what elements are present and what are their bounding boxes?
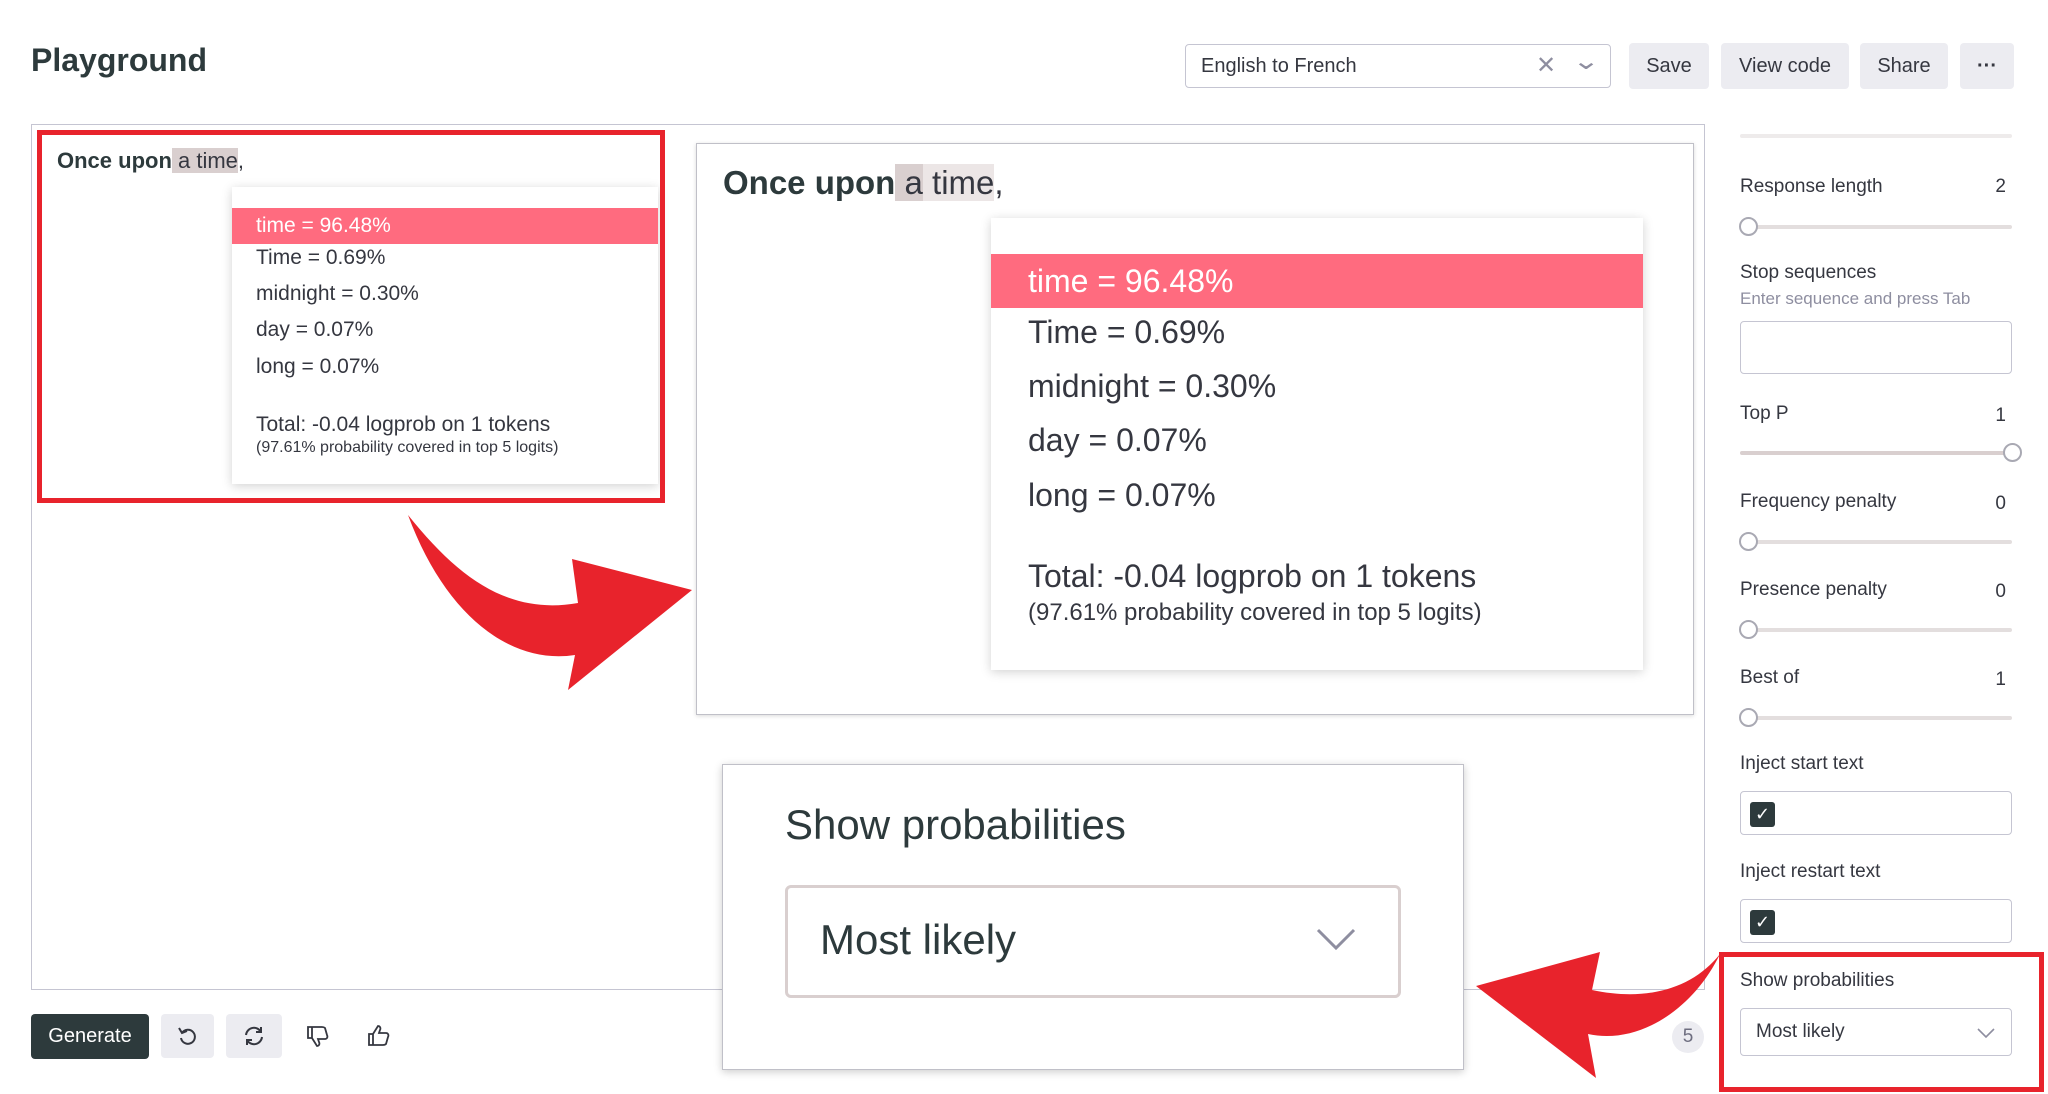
response-length-value: 2 — [1995, 176, 2006, 197]
thumbs-down-icon — [307, 1026, 329, 1047]
zoomed-prompt-bold: Once upon — [723, 164, 896, 201]
inject-start-label: Inject start text — [1740, 753, 1864, 774]
annotation-box — [37, 130, 665, 503]
best-of-label: Best of — [1740, 667, 1800, 688]
stop-sequences-hint: Enter sequence and press Tab — [1740, 289, 1971, 308]
save-button[interactable]: Save — [1629, 43, 1709, 89]
presence-penalty-slider[interactable] — [1739, 620, 2012, 639]
page-title: Playground — [31, 42, 208, 78]
zoomed-popup: time = 96.48% Time = 0.69% midnight = 0.… — [991, 218, 1643, 670]
chevron-down-icon[interactable]: ⌄ — [1572, 47, 1600, 76]
top-p-slider[interactable] — [1740, 443, 2022, 462]
thumbs-up-icon — [368, 1025, 390, 1046]
frequency-penalty-value: 0 — [1995, 493, 2006, 514]
preset-label: English to French — [1201, 55, 1357, 77]
zoomed-token-row: midnight = 0.30% — [1028, 368, 1277, 404]
thumbs-up-button[interactable] — [366, 1024, 392, 1053]
frequency-penalty-slider[interactable] — [1739, 532, 2012, 551]
stop-sequences-input[interactable] — [1740, 321, 2012, 374]
inject-start-field[interactable]: ✓ — [1740, 791, 2012, 835]
undo-icon — [177, 1027, 196, 1045]
presence-penalty-value: 0 — [1995, 581, 2006, 602]
response-length-label: Response length — [1740, 176, 1883, 197]
frequency-penalty-label: Frequency penalty — [1740, 491, 1897, 512]
thumbs-down-button[interactable] — [305, 1024, 331, 1053]
zoomed-select: Most likely — [785, 885, 1401, 998]
chevron-down-icon — [1316, 928, 1356, 951]
curved-arrow-icon — [408, 515, 692, 690]
zoomed-token-time: time — [922, 164, 995, 201]
stop-sequences-label: Stop sequences — [1740, 262, 1877, 283]
regenerate-button[interactable] — [226, 1014, 282, 1058]
curved-arrow-icon — [1476, 952, 1720, 1078]
presence-penalty-label: Presence penalty — [1740, 579, 1887, 600]
view-code-button[interactable]: View code — [1721, 43, 1849, 89]
zoomed-token-row: day = 0.07% — [1028, 422, 1207, 458]
best-of-value: 1 — [1995, 669, 2006, 690]
response-length-slider[interactable] — [1739, 217, 2012, 236]
zoomed-token-row: long = 0.07% — [1028, 477, 1216, 513]
zoomed-setting-label: Show probabilities — [785, 801, 1126, 848]
best-of-slider[interactable] — [1739, 708, 2012, 727]
clipped-slider — [1740, 134, 2012, 138]
zoomed-logprob-total: Total: -0.04 logprob on 1 tokens — [1028, 558, 1477, 594]
zoomed-top-token: time = 96.48% — [991, 254, 1643, 308]
slider-knob[interactable] — [1739, 708, 1758, 727]
refresh-icon — [245, 1026, 263, 1046]
top-p-value: 1 — [1995, 405, 2006, 426]
zoomed-setting-panel: Show probabilities Most likely — [722, 764, 1464, 1070]
share-button[interactable]: Share — [1860, 43, 1948, 89]
zoomed-highlighted-token: a — [895, 164, 923, 201]
more-options-button[interactable]: ··· — [1960, 43, 2014, 89]
zoomed-logprob-panel: Once upon a time, time = 96.48% Time = 0… — [696, 143, 1694, 715]
annotation-box — [1719, 952, 2044, 1092]
zoomed-select-value: Most likely — [820, 916, 1017, 963]
slider-knob[interactable] — [1739, 532, 1758, 551]
check-icon[interactable]: ✓ — [1750, 910, 1775, 935]
preset-select[interactable]: English to French ✕ ⌄ — [1185, 44, 1611, 88]
zoomed-prompt-tail: , — [994, 164, 1004, 201]
check-icon[interactable]: ✓ — [1750, 802, 1775, 827]
zoomed-prompt-text: Once upon a time, — [723, 164, 1004, 202]
top-p-label: Top P — [1740, 403, 1789, 424]
close-icon[interactable]: ✕ — [1536, 51, 1556, 80]
inject-restart-label: Inject restart text — [1740, 861, 1881, 882]
slider-knob[interactable] — [1739, 217, 1758, 236]
undo-button[interactable] — [161, 1014, 214, 1058]
slider-knob[interactable] — [2003, 443, 2022, 462]
slider-knob[interactable] — [1739, 620, 1758, 639]
zoomed-logprob-coverage: (97.61% probability covered in top 5 log… — [1028, 599, 1482, 626]
zoomed-token-row: Time = 0.69% — [1028, 314, 1226, 350]
inject-restart-field[interactable]: ✓ — [1740, 899, 2012, 943]
generate-button[interactable]: Generate — [31, 1014, 149, 1059]
